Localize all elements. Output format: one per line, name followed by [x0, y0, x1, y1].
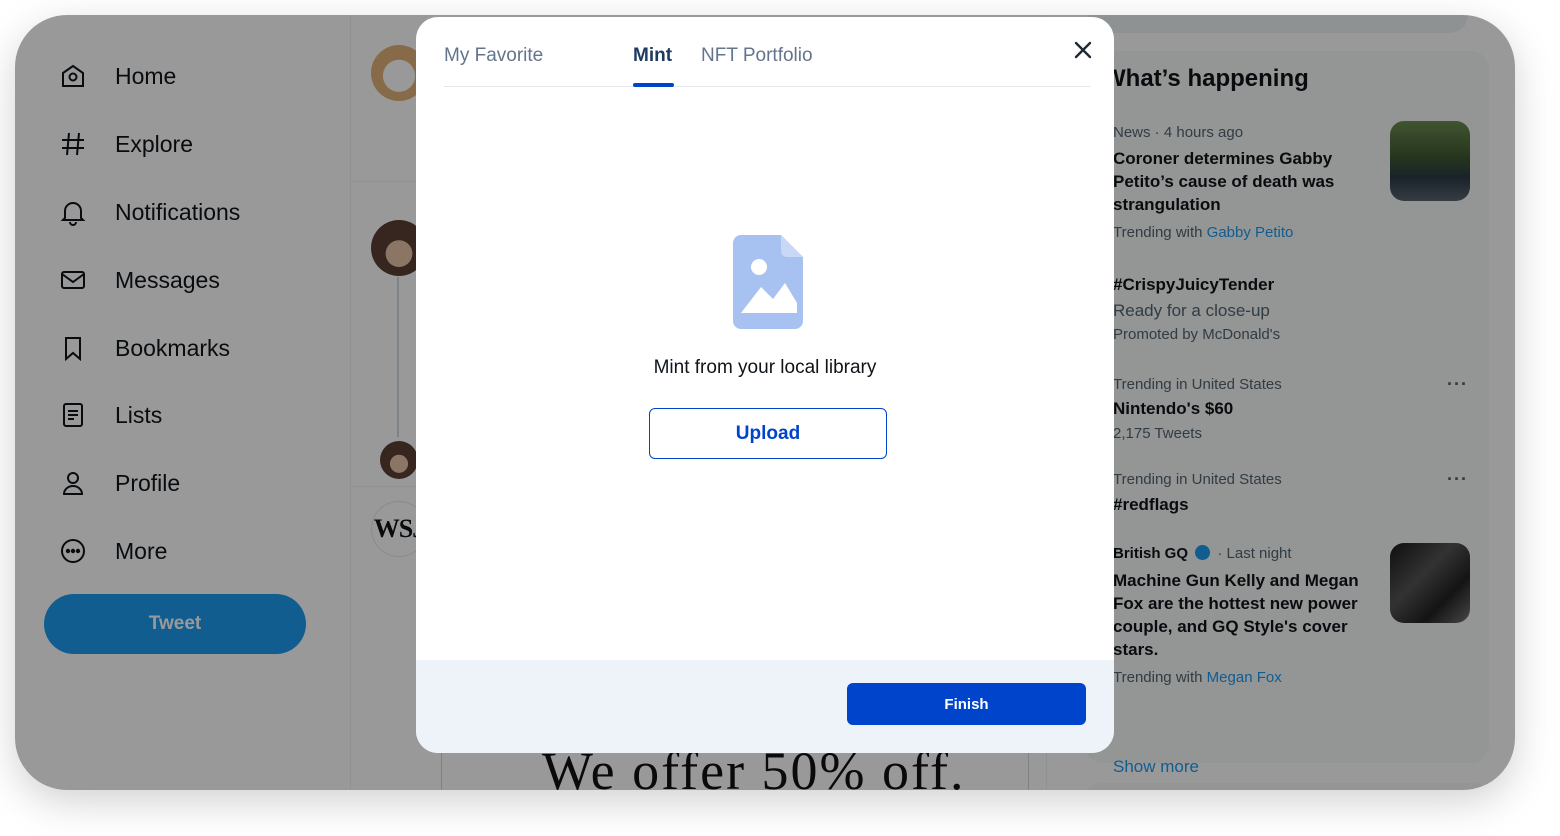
- finish-button[interactable]: Finish: [847, 683, 1086, 725]
- close-button[interactable]: [1070, 37, 1096, 63]
- close-icon: [1074, 41, 1092, 59]
- modal-tabs: My Favorite Mint NFT Portfolio: [444, 17, 1090, 87]
- active-tab-indicator: [633, 83, 674, 87]
- modal-footer: Finish: [416, 660, 1114, 753]
- image-file-icon: [733, 235, 803, 329]
- nft-modal: My Favorite Mint NFT Portfolio Mint from…: [416, 17, 1114, 753]
- mint-instruction: Mint from your local library: [653, 357, 877, 378]
- tab-mint[interactable]: Mint: [633, 45, 672, 67]
- tab-nft-portfolio[interactable]: NFT Portfolio: [701, 45, 813, 67]
- tab-my-favorite[interactable]: My Favorite: [444, 45, 543, 67]
- upload-button[interactable]: Upload: [649, 408, 887, 459]
